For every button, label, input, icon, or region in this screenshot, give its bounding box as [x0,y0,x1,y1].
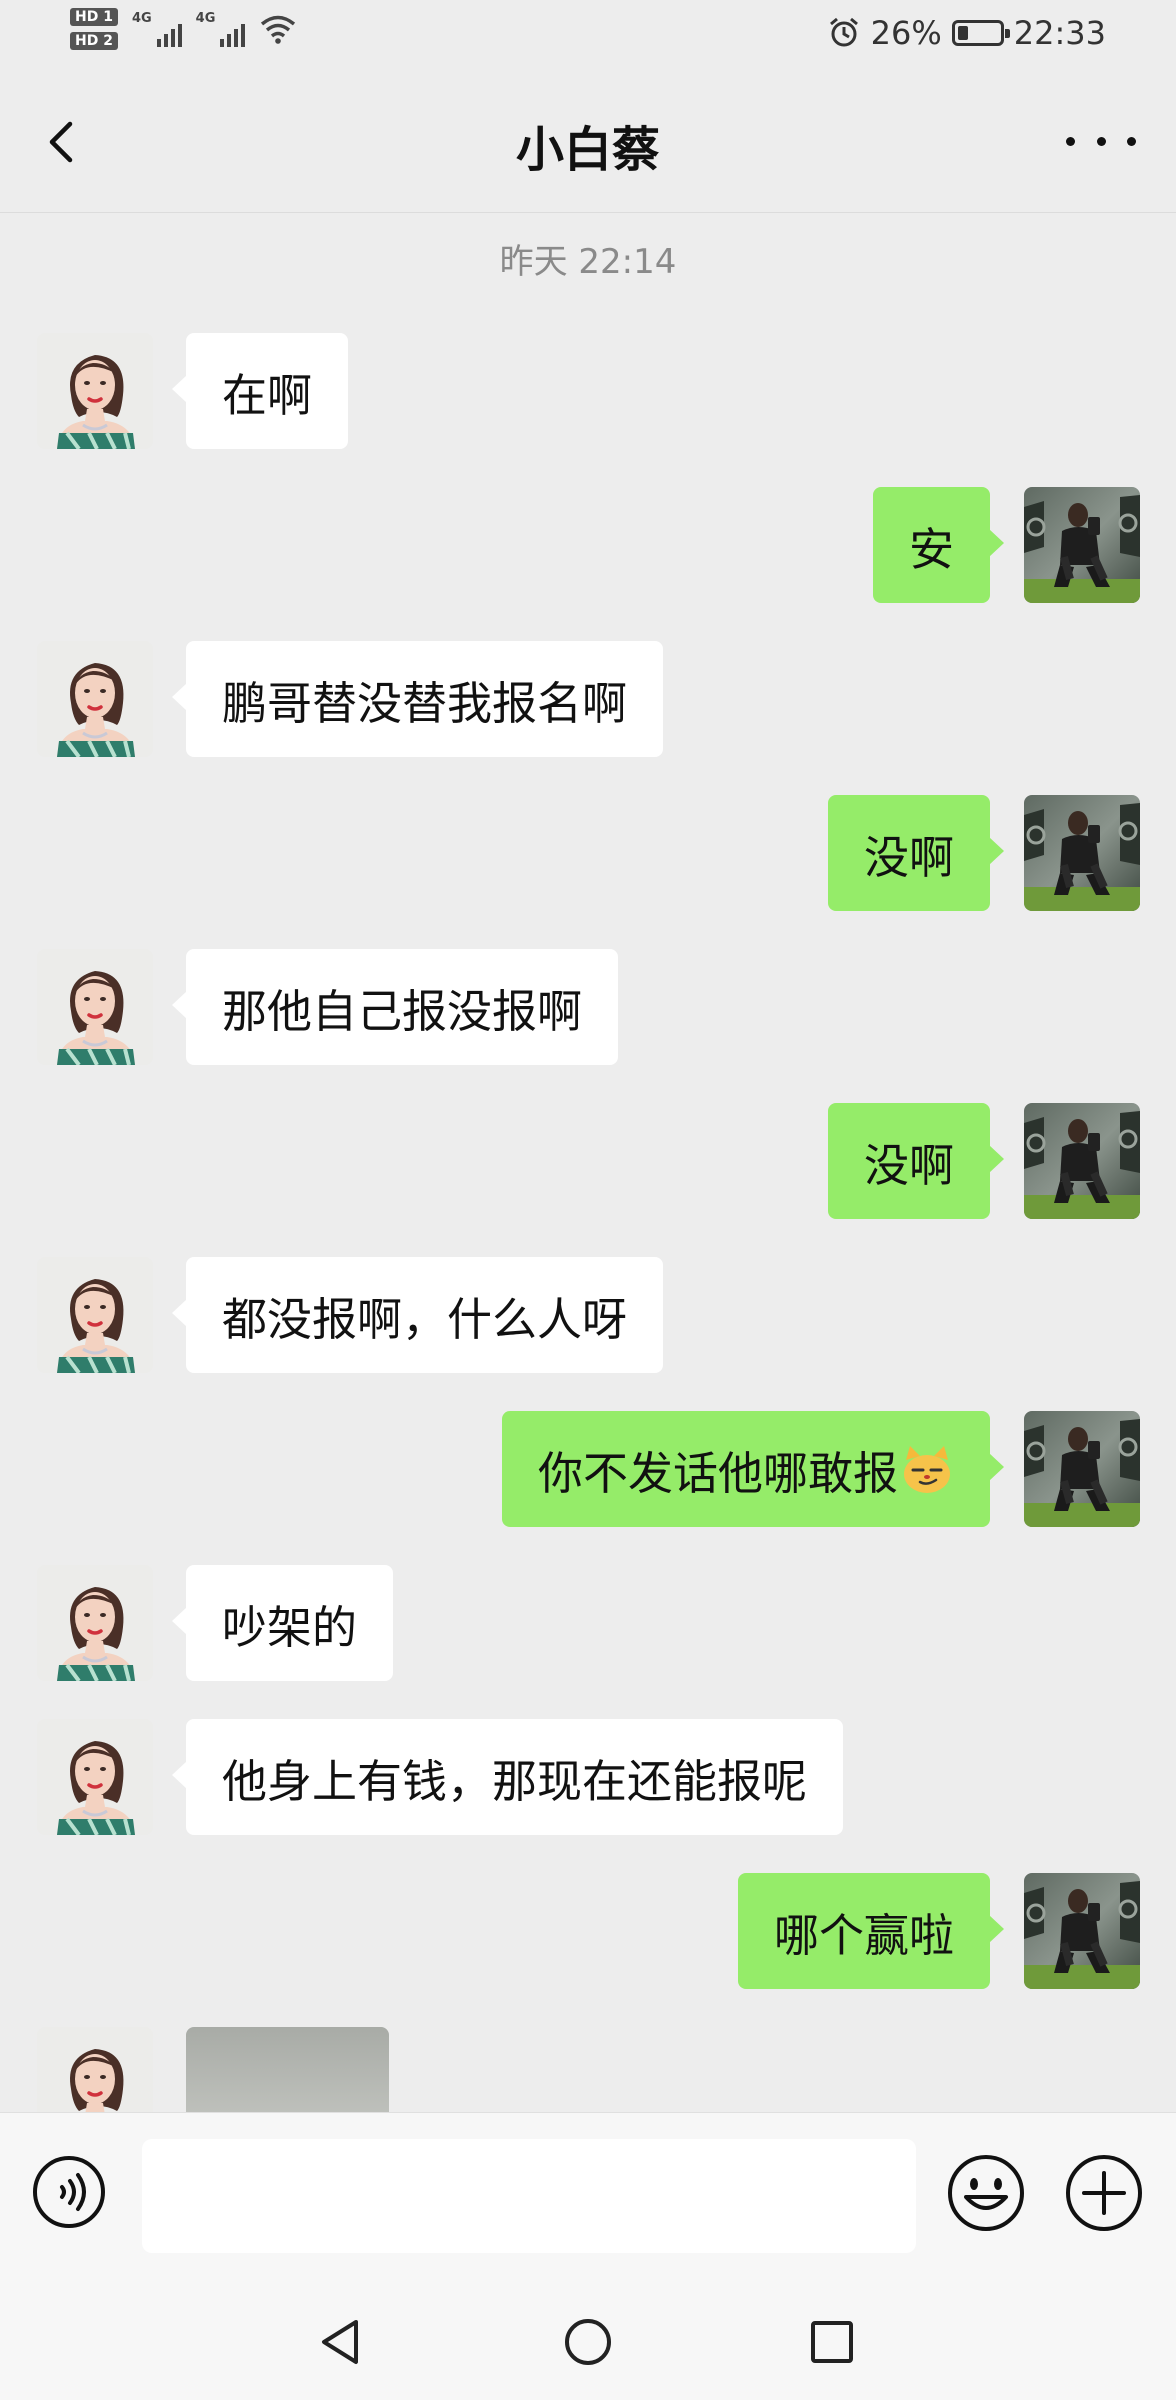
message-row: 安 [0,487,1176,605]
chat-area[interactable]: 昨天 22:14 在啊 安 鹏哥替没替我报名啊 没啊 那他自己报没报啊 没啊 都… [0,0,1176,2112]
incoming-message-bubble[interactable]: 那他自己报没报啊 [171,949,619,1065]
more-dots-icon[interactable] [1066,116,1136,166]
contact-avatar[interactable] [37,333,153,449]
message-text: 鹏哥替没替我报名啊 [222,676,628,730]
outgoing-message-bubble[interactable]: 没啊 [827,795,1005,911]
my-avatar[interactable] [1024,795,1140,911]
nav-recents-icon[interactable] [804,2314,860,2370]
message-row: 吵架的 [0,1565,1176,1683]
nav-home-icon[interactable] [560,2314,616,2370]
message-row [0,2027,1176,2112]
message-row: 他身上有钱，那现在还能报呢 [0,1719,1176,1837]
message-row: 哪个赢啦 [0,1873,1176,1991]
my-avatar[interactable] [1024,487,1140,603]
my-avatar[interactable] [1024,1103,1140,1219]
message-row: 你不发话他哪敢报 [0,1411,1176,1529]
message-row: 都没报啊，什么人呀 [0,1257,1176,1375]
smirking-cat-emoji [904,1446,950,1493]
my-avatar[interactable] [1024,1873,1140,1989]
message-text: 吵架的 [222,1600,358,1654]
contact-avatar[interactable] [37,2027,153,2112]
contact-avatar[interactable] [37,1257,153,1373]
input-bar [0,2112,1176,2285]
emoji-icon[interactable] [946,2153,1026,2233]
message-row: 没啊 [0,1103,1176,1221]
message-row: 那他自己报没报啊 [0,949,1176,1067]
nav-back-icon[interactable] [312,2314,368,2370]
incoming-message-bubble[interactable]: 在啊 [171,333,349,449]
message-text: 都没报啊，什么人呀 [222,1292,628,1346]
contact-avatar[interactable] [37,641,153,757]
outgoing-message-bubble[interactable]: 哪个赢啦 [737,1873,1005,1989]
message-text: 那他自己报没报啊 [222,984,583,1038]
message-row: 没啊 [0,795,1176,913]
message-timestamp: 昨天 22:14 [499,242,677,282]
chat-header: 小白蔡 [0,72,1176,213]
plus-icon[interactable] [1064,2153,1144,2233]
chat-title: 小白蔡 [515,122,660,178]
incoming-message-bubble[interactable]: 鹏哥替没替我报名啊 [171,641,664,757]
system-nav-bar [0,2284,1176,2400]
message-row: 在啊 [0,333,1176,451]
incoming-message-bubble[interactable]: 他身上有钱，那现在还能报呢 [171,1719,844,1835]
contact-avatar[interactable] [37,1719,153,1835]
image-message[interactable] [186,2027,389,2112]
outgoing-message-bubble[interactable]: 你不发话他哪敢报 [501,1411,1005,1527]
message-input[interactable] [142,2139,916,2253]
message-text: 没啊 [863,1138,954,1192]
voice-icon[interactable] [32,2155,106,2229]
contact-avatar[interactable] [37,1565,153,1681]
message-row: 鹏哥替没替我报名啊 [0,641,1176,759]
outgoing-message-bubble[interactable]: 没啊 [827,1103,1005,1219]
incoming-message-bubble[interactable]: 都没报啊，什么人呀 [171,1257,664,1373]
message-text: 在啊 [222,368,313,422]
incoming-message-bubble[interactable]: 吵架的 [171,1565,394,1681]
message-text: 没啊 [863,830,954,884]
my-avatar[interactable] [1024,1411,1140,1527]
message-text: 哪个赢啦 [773,1908,954,1962]
contact-avatar[interactable] [37,949,153,1065]
outgoing-message-bubble[interactable]: 安 [872,487,1005,603]
message-text: 他身上有钱，那现在还能报呢 [222,1754,808,1808]
message-text: 你不发话他哪敢报 [537,1446,898,1500]
message-text: 安 [908,522,954,576]
